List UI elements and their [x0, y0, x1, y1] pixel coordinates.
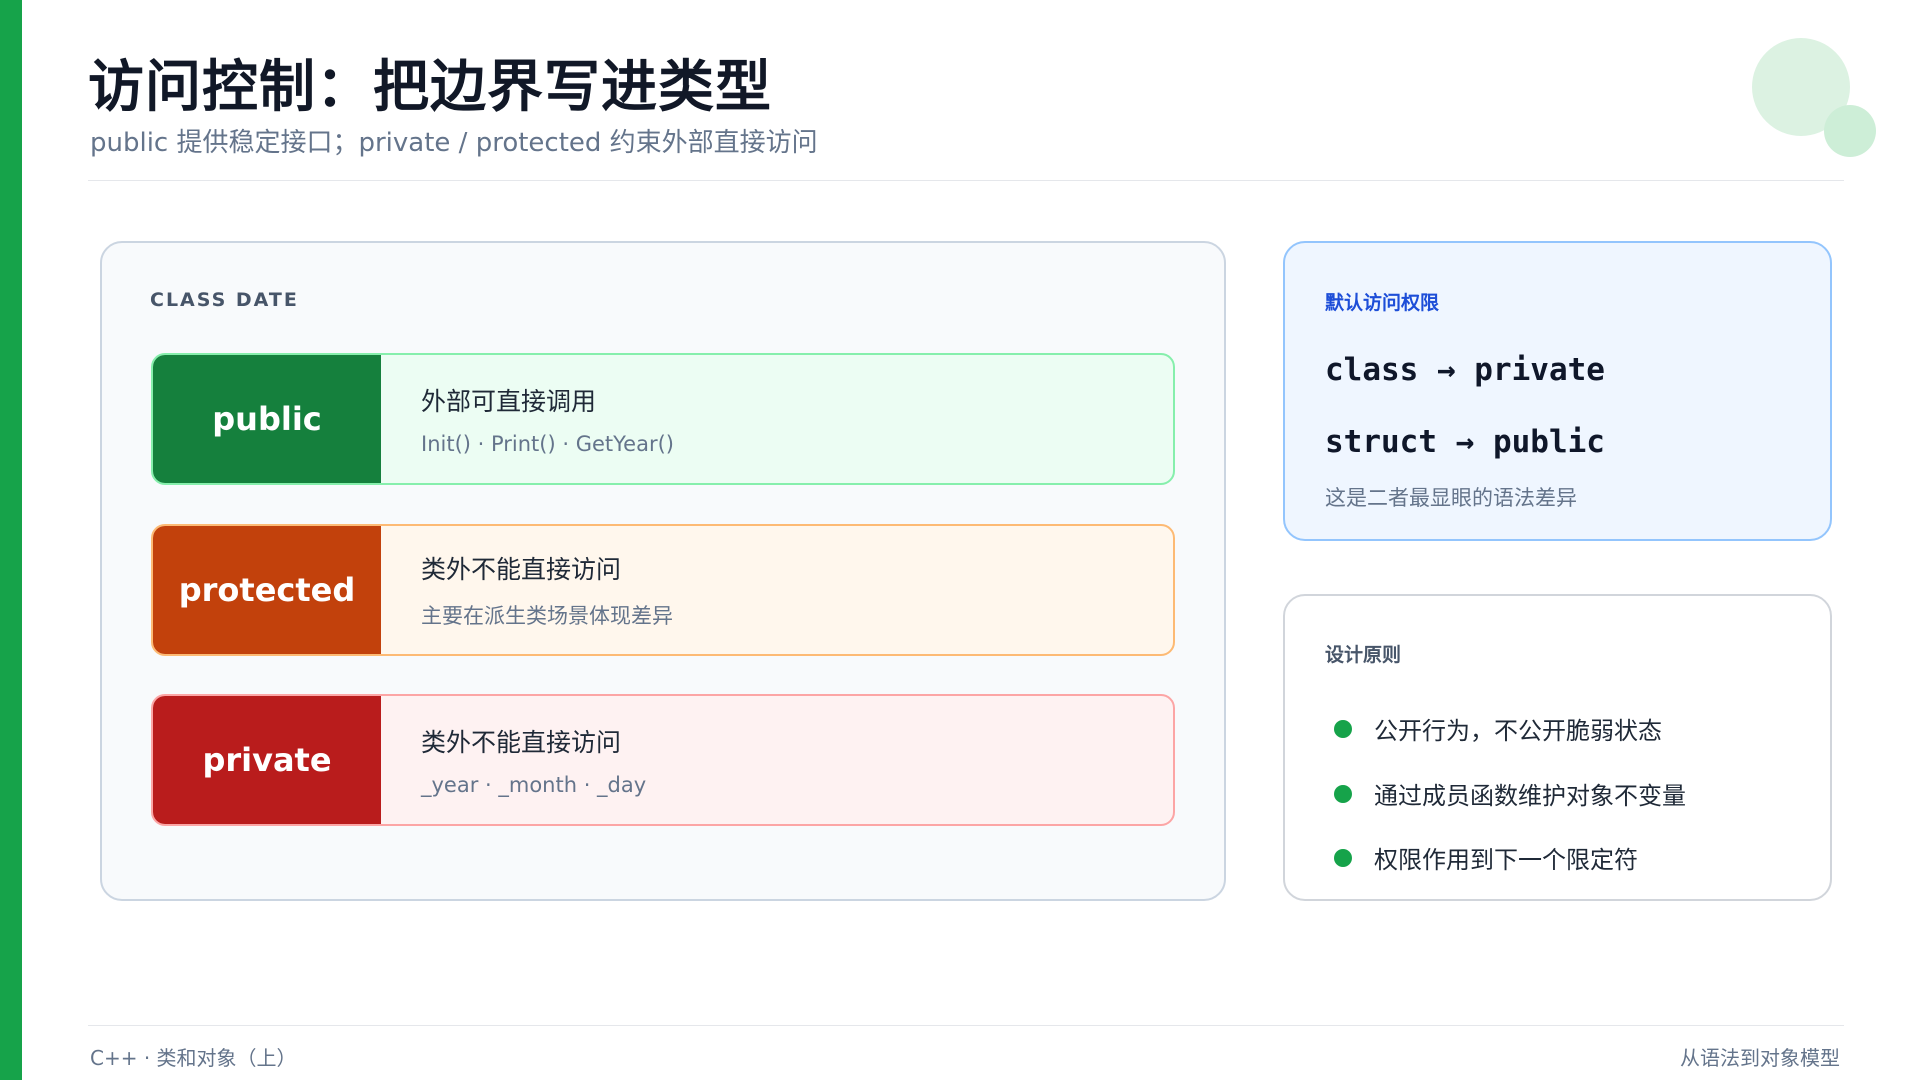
access-row-public: public 外部可直接调用 Init() · Print() · GetYea… [151, 353, 1175, 485]
access-description: 类外不能直接访问 [421, 728, 622, 757]
default-access-note: 这是二者最显眼的语法差异 [1325, 486, 1577, 510]
access-body-public: 外部可直接调用 Init() · Print() · GetYear() [381, 355, 1173, 483]
principle-text: 权限作用到下一个限定符 [1374, 846, 1638, 874]
access-detail: 主要在派生类场景体现差异 [421, 604, 673, 628]
code-line-struct: struct → public [1325, 424, 1605, 460]
principle-item: 公开行为，不公开脆弱状态 [1334, 711, 1662, 746]
class-card-label: CLASS DATE [150, 289, 299, 311]
principle-item: 权限作用到下一个限定符 [1334, 840, 1638, 875]
footer-divider [88, 1025, 1844, 1026]
header-divider [88, 180, 1844, 181]
access-body-protected: 类外不能直接访问 主要在派生类场景体现差异 [381, 526, 1173, 654]
bullet-dot-icon [1334, 719, 1352, 738]
default-access-title: 默认访问权限 [1325, 292, 1440, 314]
access-row-private: private 类外不能直接访问 _year · _month · _day [151, 694, 1175, 826]
design-principles-title: 设计原则 [1325, 644, 1402, 666]
principle-text: 通过成员函数维护对象不变量 [1374, 782, 1686, 810]
access-tag-public: public [153, 355, 381, 483]
access-detail: Init() · Print() · GetYear() [421, 432, 674, 456]
access-row-protected: protected 类外不能直接访问 主要在派生类场景体现差异 [151, 524, 1175, 656]
access-tag-protected: protected [153, 526, 381, 654]
page-title: 访问控制：把边界写进类型 [88, 55, 772, 120]
access-description: 类外不能直接访问 [421, 555, 622, 584]
principle-text: 公开行为，不公开脆弱状态 [1374, 717, 1662, 745]
access-body-private: 类外不能直接访问 _year · _month · _day [381, 696, 1173, 824]
code-line-class: class → private [1325, 352, 1605, 388]
access-description: 外部可直接调用 [421, 387, 597, 416]
accent-bar [0, 0, 22, 1080]
decorative-circle-small [1824, 105, 1876, 157]
bullet-dot-icon [1334, 848, 1352, 867]
bullet-dot-icon [1334, 784, 1352, 803]
access-detail: _year · _month · _day [421, 773, 647, 797]
page-subtitle: public 提供稳定接口；private / protected 约束外部直接… [90, 128, 818, 158]
access-tag-private: private [153, 696, 381, 824]
footer-section-label: 从语法到对象模型 [1680, 1046, 1840, 1070]
footer-course-label: C++ · 类和对象（上） [90, 1046, 297, 1070]
principle-item: 通过成员函数维护对象不变量 [1334, 776, 1686, 811]
